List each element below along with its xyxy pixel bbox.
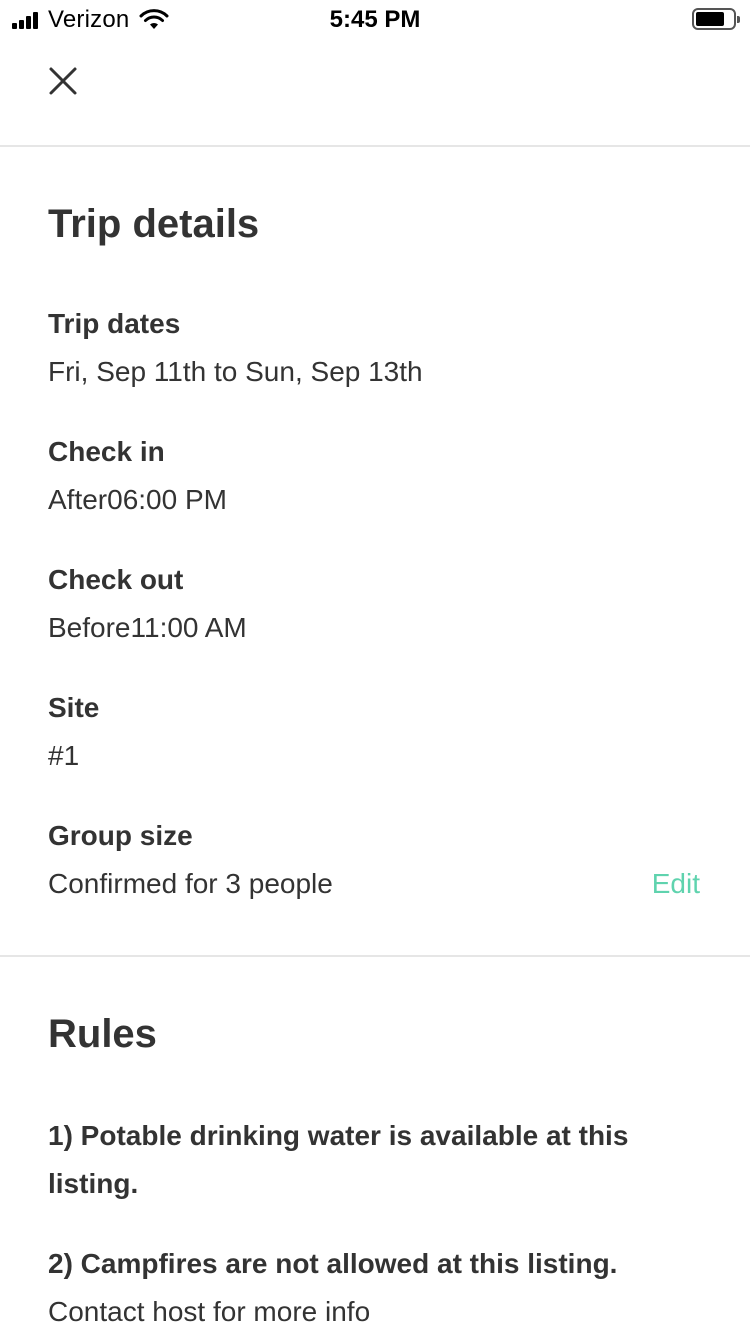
close-icon <box>49 67 77 95</box>
rules-title: Rules <box>48 1012 157 1056</box>
trip-dates-label: Trip dates <box>48 308 181 339</box>
group-size-value: Confirmed for 3 people <box>48 868 333 899</box>
trip-dates-value: Fri, Sep 11th to Sun, Sep 13th <box>48 356 423 387</box>
edit-group-size-link[interactable]: Edit <box>652 868 700 900</box>
close-button[interactable] <box>40 58 86 104</box>
header-divider <box>0 145 750 147</box>
rule-item-subtext: Contact host for more info <box>48 1296 371 1327</box>
check-out-label: Check out <box>48 564 184 595</box>
check-in-value: After06:00 PM <box>48 484 227 515</box>
status-time: 5:45 PM <box>329 6 421 33</box>
check-out-value: Before11:00 AM <box>48 612 247 643</box>
section-divider <box>0 955 750 957</box>
trip-details-title: Trip details <box>48 202 260 246</box>
rule-item: 2) Campfires are not allowed at this lis… <box>48 1248 618 1279</box>
group-size-label: Group size <box>48 820 193 851</box>
rule-item: 1) Potable drinking water is available a… <box>48 1120 629 1199</box>
battery-icon <box>692 8 740 30</box>
site-label: Site <box>48 692 100 723</box>
check-in-label: Check in <box>48 436 165 467</box>
site-value: #1 <box>48 740 80 771</box>
status-bar: Verizon 5:45 PM <box>0 0 750 40</box>
